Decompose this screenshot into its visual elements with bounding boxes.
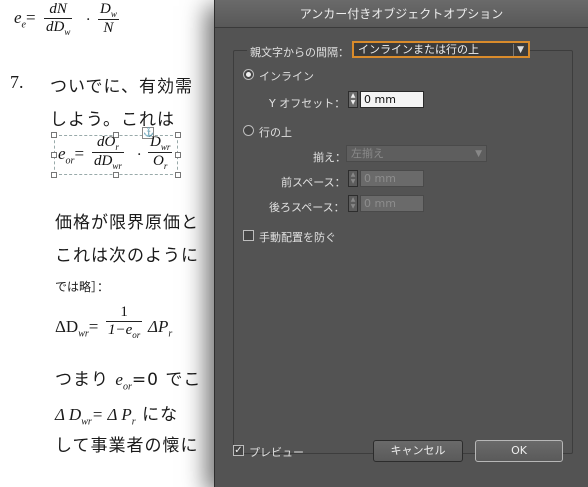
space-before-label: 前スペース： bbox=[281, 176, 346, 189]
equation-2-fraction-1: dOr dDwr bbox=[92, 134, 124, 172]
position-dropdown-value: インラインまたは行の上 bbox=[358, 43, 479, 56]
position-label: 親文字からの間隔： bbox=[247, 44, 352, 60]
equation-3: ΔDwr= bbox=[55, 317, 99, 340]
prevent-manual-label[interactable]: 手動配置を防ぐ bbox=[259, 229, 336, 245]
text-line-1: ついでに、有効需 bbox=[50, 77, 193, 97]
align-dropdown[interactable]: 左揃え ▼ bbox=[346, 145, 487, 162]
y-offset-label: Y オフセット： bbox=[269, 97, 346, 110]
above-line-radio[interactable] bbox=[243, 125, 254, 136]
preview-checkbox[interactable]: ✓ bbox=[233, 445, 244, 456]
equation-1: ee= bbox=[14, 8, 36, 31]
selection-handle[interactable] bbox=[51, 172, 57, 178]
selection-handle[interactable] bbox=[175, 132, 181, 138]
above-line-label[interactable]: 行の上 bbox=[259, 124, 292, 140]
ok-button[interactable]: OK bbox=[475, 440, 563, 462]
equation-2-fraction-2: Dwr Or bbox=[148, 134, 173, 172]
position-dropdown[interactable]: インラインまたは行の上 ▼ bbox=[352, 41, 530, 58]
y-offset-stepper[interactable]: ▲ ▼ bbox=[348, 91, 358, 108]
text-line-3: 価格が限界原価と bbox=[55, 213, 199, 233]
selection-handle[interactable] bbox=[113, 172, 119, 178]
preview-label[interactable]: プレビュー bbox=[249, 444, 304, 460]
text-line-2: しよう。これは bbox=[50, 110, 175, 130]
equation-1-dot: · bbox=[86, 12, 91, 28]
dropdown-separator bbox=[513, 44, 514, 56]
align-dropdown-value: 左揃え bbox=[351, 147, 384, 160]
space-after-field[interactable]: 0 mm bbox=[360, 195, 424, 212]
selection-handle[interactable] bbox=[175, 172, 181, 178]
text-line-6: つまり eor=0 でこ bbox=[55, 370, 202, 393]
align-label: 揃え： bbox=[313, 151, 346, 164]
cancel-button[interactable]: キャンセル bbox=[373, 440, 463, 462]
anchored-object-options-dialog: アンカー付きオブジェクトオプション 親文字からの間隔： インラインまたは行の上 … bbox=[214, 0, 588, 487]
selection-handle[interactable] bbox=[175, 152, 181, 158]
y-offset-field[interactable]: 0 mm bbox=[360, 91, 424, 108]
equation-3-rhs: ΔPr bbox=[148, 317, 173, 340]
equation-2-dot: · bbox=[137, 147, 142, 163]
dialog-title: アンカー付きオブジェクトオプション bbox=[215, 0, 588, 28]
text-line-8: して事業者の懐に bbox=[55, 436, 199, 456]
inline-radio[interactable] bbox=[243, 69, 254, 80]
space-before-stepper[interactable]: ▲ ▼ bbox=[348, 170, 358, 187]
chevron-down-icon: ▼ bbox=[517, 45, 524, 55]
text-line-4: これは次のように bbox=[55, 246, 199, 266]
selection-handle[interactable] bbox=[51, 152, 57, 158]
space-after-stepper[interactable]: ▲ ▼ bbox=[348, 195, 358, 212]
space-before-field[interactable]: 0 mm bbox=[360, 170, 424, 187]
equation-2: eor= bbox=[58, 144, 85, 167]
space-after-label: 後ろスペース： bbox=[269, 201, 345, 214]
text-line-7: Δ Dwr= Δ Pr にな bbox=[55, 405, 179, 428]
selection-handle[interactable] bbox=[51, 132, 57, 138]
equation-3-fraction: 1 1−eor bbox=[106, 304, 143, 340]
item-number: 7. bbox=[10, 72, 24, 92]
prevent-manual-checkbox[interactable] bbox=[243, 230, 254, 241]
text-line-5: では略］： bbox=[55, 280, 110, 294]
inline-label[interactable]: インライン bbox=[259, 68, 314, 84]
equation-1-fraction-2: Dw N bbox=[98, 1, 119, 37]
equation-1-fraction-1: dN dDw bbox=[44, 1, 73, 37]
chevron-down-icon: ▼ bbox=[475, 149, 482, 159]
